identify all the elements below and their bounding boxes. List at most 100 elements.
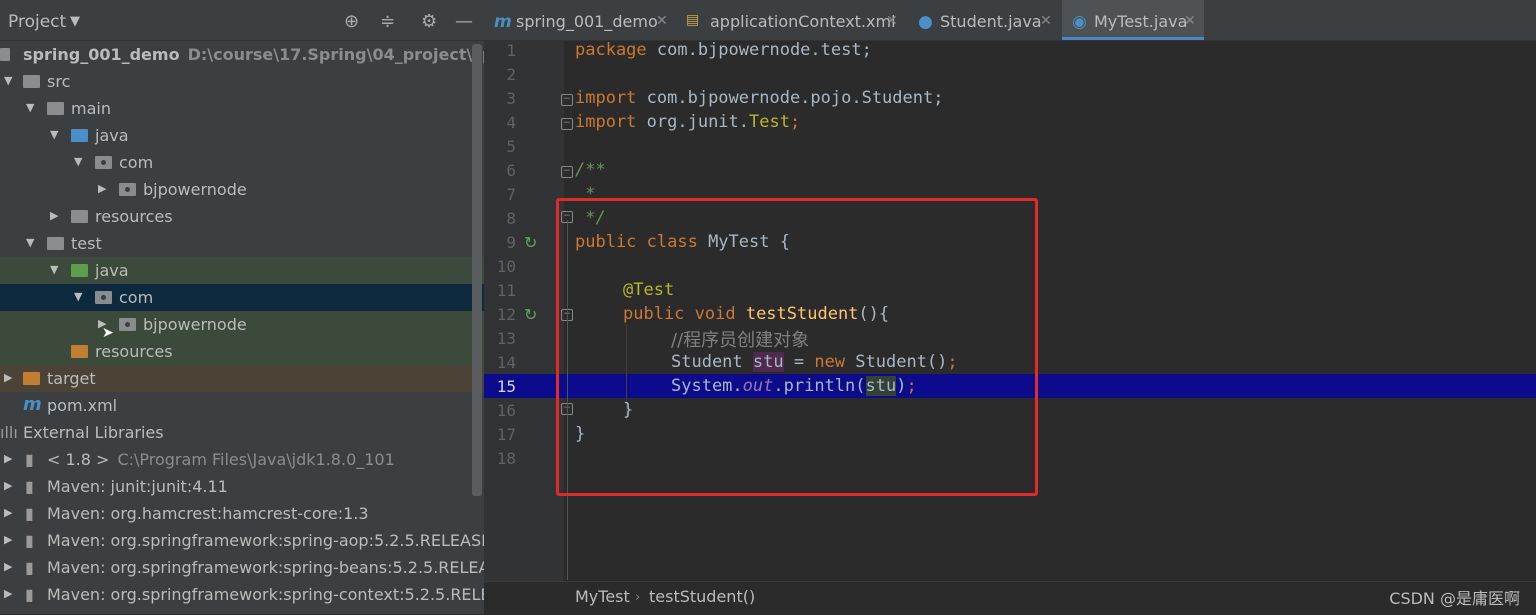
resources-folder-icon bbox=[71, 210, 88, 223]
tree-item-jdk[interactable]: ▶ ▮ < 1.8 > C:\Program Files\Java\jdk1.8.… bbox=[0, 446, 484, 473]
tree-item-label: com bbox=[119, 153, 154, 172]
library-icon: ▮ bbox=[25, 531, 34, 550]
tree-item-java[interactable]: ▼ java bbox=[0, 122, 484, 149]
tree-item-test-java[interactable]: ▼ java bbox=[0, 257, 484, 284]
close-icon[interactable]: ✕ bbox=[1040, 13, 1052, 29]
tree-item-library[interactable]: ▶ ▮ Maven: org.springframework:spring-co… bbox=[0, 581, 484, 608]
package-icon bbox=[119, 183, 136, 196]
tree-item-library[interactable]: ▶ ▮ Maven: org.hamcrest:hamcrest-core:1.… bbox=[0, 500, 484, 527]
line-number: 11 bbox=[496, 281, 516, 300]
chevron-down-icon[interactable]: ▼ bbox=[26, 236, 34, 249]
folder-icon bbox=[23, 75, 40, 88]
close-icon[interactable]: ✕ bbox=[1184, 13, 1196, 29]
tree-item-resources[interactable]: ▶ resources bbox=[0, 203, 484, 230]
close-icon[interactable]: ✕ bbox=[886, 13, 898, 29]
tree-item-label: bjpowernode bbox=[143, 180, 247, 199]
line-number: 8 bbox=[506, 209, 516, 228]
vertical-scrollbar[interactable] bbox=[472, 44, 482, 496]
tree-item-label: resources bbox=[95, 207, 173, 226]
line-number: 13 bbox=[496, 329, 516, 348]
line-number: 7 bbox=[506, 185, 516, 204]
chevron-right-icon[interactable]: ▶ bbox=[4, 452, 12, 465]
tab-mytest-java[interactable]: ◉ MyTest.java ✕ bbox=[1062, 0, 1204, 40]
run-test-icon[interactable]: ↻ bbox=[524, 305, 537, 324]
locate-icon[interactable]: ⊕ bbox=[344, 11, 359, 32]
code-line: /** bbox=[575, 160, 606, 180]
tree-item-external-libraries[interactable]: ıllı External Libraries bbox=[0, 419, 484, 446]
fold-icon[interactable]: − bbox=[561, 94, 573, 106]
chevron-down-icon[interactable]: ▼ bbox=[50, 128, 58, 141]
chevron-down-icon[interactable]: ▼ bbox=[74, 155, 82, 168]
chevron-right-icon[interactable]: ▶ bbox=[4, 533, 12, 546]
project-panel: Project ▼ ⊕ ≑ ⚙ — spring_001_demo D:\cour… bbox=[0, 0, 484, 614]
chevron-right-icon[interactable]: ▶ bbox=[4, 479, 12, 492]
chevron-right-icon[interactable]: ▶ bbox=[4, 587, 12, 600]
chevron-right-icon[interactable]: ▶ bbox=[4, 371, 12, 384]
package-icon bbox=[95, 291, 112, 304]
chevron-down-icon[interactable]: ▼ bbox=[4, 74, 12, 87]
chevron-down-icon[interactable]: ▼ bbox=[70, 14, 80, 29]
tree-item-test[interactable]: ▼ test bbox=[0, 230, 484, 257]
tree-item-main[interactable]: ▼ main bbox=[0, 95, 484, 122]
breadcrumb-method[interactable]: testStudent() bbox=[649, 587, 755, 606]
collapse-all-icon[interactable]: ≑ bbox=[380, 11, 395, 32]
tree-item-label: Maven: org.springframework:spring-contex… bbox=[47, 585, 484, 604]
tree-item-target[interactable]: ▶ target bbox=[0, 365, 484, 392]
package-icon bbox=[95, 156, 112, 169]
fold-icon[interactable]: − bbox=[561, 118, 573, 130]
tree-item-library[interactable]: ▶ ▮ Maven: org.springframework:spring-ao… bbox=[0, 527, 484, 554]
minimize-icon[interactable]: — bbox=[455, 11, 473, 32]
test-class-icon: ◉ bbox=[1072, 12, 1087, 32]
tree-item-test-com[interactable]: ▼ com bbox=[0, 284, 484, 311]
watermark: CSDN @是庸医啊 bbox=[1389, 589, 1520, 608]
tree-item-src[interactable]: ▼ src bbox=[0, 68, 484, 95]
tree-item-test-bjpowernode[interactable]: ▶ bjpowernode ➤ bbox=[0, 311, 484, 341]
run-test-icon[interactable]: ↻ bbox=[524, 233, 537, 252]
tree-item-project-root[interactable]: spring_001_demo D:\course\17.Spring\04_pr… bbox=[0, 41, 484, 68]
line-number: 5 bbox=[506, 137, 516, 156]
line-number: 10 bbox=[496, 257, 516, 276]
code-line: package com.bjpowernode.test; bbox=[575, 40, 872, 60]
tree-item-pom[interactable]: m pom.xml bbox=[0, 392, 484, 419]
tree-item-test-resources[interactable]: resources bbox=[0, 338, 484, 365]
chevron-right-icon[interactable]: ▶ bbox=[98, 182, 106, 195]
line-number: 2 bbox=[506, 65, 516, 84]
chevron-down-icon[interactable]: ▼ bbox=[26, 101, 34, 114]
line-number: 3 bbox=[506, 89, 516, 108]
tree-item-label: bjpowernode bbox=[143, 315, 247, 334]
test-folder-icon bbox=[71, 264, 88, 277]
chevron-right-icon[interactable]: ▶ bbox=[4, 560, 12, 573]
tab-spring-001-demo[interactable]: m spring_001_demo ✕ bbox=[484, 0, 674, 40]
test-resources-folder-icon bbox=[71, 345, 88, 358]
tree-item-library[interactable]: ▶ ▮ Maven: junit:junit:4.11 bbox=[0, 473, 484, 500]
line-number-current: 15 bbox=[496, 377, 516, 396]
excluded-folder-icon bbox=[23, 372, 40, 385]
library-icon: ▮ bbox=[25, 504, 34, 523]
editor-tabs: m spring_001_demo ✕ ▤ applicationContext… bbox=[484, 0, 1536, 41]
chevron-right-icon[interactable]: ▶ bbox=[4, 506, 12, 519]
breadcrumb-class[interactable]: MyTest bbox=[575, 587, 630, 606]
tab-application-context[interactable]: ▤ applicationContext.xml ✕ bbox=[676, 0, 904, 40]
tree-item-label: java bbox=[95, 261, 129, 280]
tree-item-bjpowernode[interactable]: ▶ bjpowernode bbox=[0, 176, 484, 203]
line-number: 4 bbox=[506, 113, 516, 132]
source-folder-icon bbox=[71, 129, 88, 142]
tree-item-label: target bbox=[47, 369, 96, 388]
tree-item-library[interactable]: ▶ ▮ Maven: org.springframework:spring-be… bbox=[0, 554, 484, 581]
maven-icon: m bbox=[494, 12, 512, 32]
tree-item-label: < 1.8 > C:\Program Files\Java\jdk1.8.0_10… bbox=[47, 450, 395, 469]
project-panel-title[interactable]: Project bbox=[8, 12, 66, 32]
tab-student-java[interactable]: ● Student.java ✕ bbox=[908, 0, 1060, 40]
package-icon bbox=[119, 318, 136, 331]
chevron-down-icon[interactable]: ▼ bbox=[74, 290, 82, 303]
close-icon[interactable]: ✕ bbox=[656, 13, 668, 29]
folder-icon bbox=[47, 102, 64, 115]
line-number: 9 bbox=[506, 233, 516, 252]
chevron-right-icon[interactable]: ▶ bbox=[50, 209, 58, 222]
fold-icon[interactable]: − bbox=[561, 166, 573, 178]
library-icon: ▮ bbox=[25, 585, 34, 604]
chevron-down-icon[interactable]: ▼ bbox=[50, 263, 58, 276]
code-line: import com.bjpowernode.pojo.Student; bbox=[575, 88, 944, 108]
tree-item-com[interactable]: ▼ com bbox=[0, 149, 484, 176]
gear-icon[interactable]: ⚙ bbox=[421, 11, 437, 32]
